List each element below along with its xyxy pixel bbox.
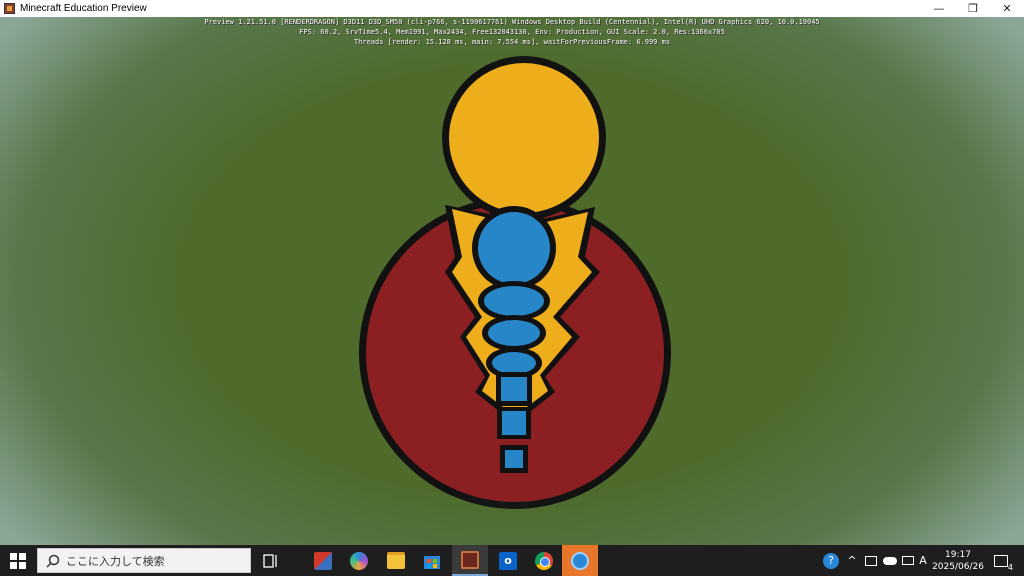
folder-icon xyxy=(387,552,405,569)
window-title: Minecraft Education Preview xyxy=(20,3,147,14)
chrome-icon xyxy=(535,551,553,570)
file-explorer-button[interactable] xyxy=(382,545,410,576)
copilot-button[interactable] xyxy=(345,545,373,576)
taskbar-search[interactable]: ここに入力して検索 xyxy=(37,548,251,573)
debug-line: Threads [render: 15.128 ms, main: 7.554 … xyxy=(353,38,671,46)
debug-line: Preview 1.21.51.0 [RENDERDRAGON] D3D11 D… xyxy=(204,18,820,26)
minecraft-launcher-button[interactable] xyxy=(309,545,337,576)
game-viewport[interactable]: Preview 1.21.51.0 [RENDERDRAGON] D3D11 D… xyxy=(0,17,1024,545)
cloud-icon xyxy=(883,556,897,565)
taskbar: ここに入力して検索 o ? ^ A 19:17 2025/06/26 4 xyxy=(0,545,1024,576)
vignette xyxy=(0,17,1024,545)
taskbar-clock[interactable]: 19:17 2025/06/26 xyxy=(926,549,990,573)
clock-time: 19:17 xyxy=(945,550,971,560)
help-icon: ? xyxy=(823,552,839,569)
monitor-icon xyxy=(865,555,877,566)
minecraft-app-icon xyxy=(4,3,15,14)
browser-icon xyxy=(571,551,589,570)
notification-center-button[interactable]: 4 xyxy=(990,545,1013,576)
network-icon xyxy=(902,556,914,565)
chrome-button[interactable] xyxy=(530,545,558,576)
windows-icon xyxy=(10,552,26,569)
close-button[interactable]: ✕ xyxy=(990,0,1024,17)
clock-date: 2025/06/26 xyxy=(932,562,984,572)
search-placeholder: ここに入力して検索 xyxy=(66,554,165,568)
start-button[interactable] xyxy=(0,545,36,576)
minecraft-launcher-icon xyxy=(314,551,332,570)
notification-icon: 4 xyxy=(994,554,1013,572)
title-bar: Minecraft Education Preview — ❐ ✕ xyxy=(0,0,1024,17)
task-view-icon xyxy=(263,553,277,568)
outlook-button[interactable]: o xyxy=(494,545,522,576)
notification-count: 4 xyxy=(1007,562,1013,572)
microsoft-store-button[interactable] xyxy=(418,545,446,576)
outlook-icon: o xyxy=(499,551,517,570)
minimize-button[interactable]: — xyxy=(922,0,956,17)
copilot-icon xyxy=(350,551,368,570)
restore-button[interactable]: ❐ xyxy=(956,0,990,17)
tray-app-icon[interactable] xyxy=(861,545,881,576)
show-hidden-icons-button[interactable]: ^ xyxy=(843,545,861,576)
minecraft-education-button[interactable] xyxy=(452,545,488,576)
debug-overlay: Preview 1.21.51.0 [RENDERDRAGON] D3D11 D… xyxy=(0,17,1024,47)
store-icon xyxy=(424,555,440,569)
search-icon xyxy=(46,554,60,568)
task-view-button[interactable] xyxy=(257,545,285,576)
help-tray-button[interactable]: ? xyxy=(820,545,842,576)
minecraft-education-icon xyxy=(461,550,479,569)
active-browser-button[interactable] xyxy=(562,545,598,576)
onedrive-tray-button[interactable] xyxy=(880,545,900,576)
debug-line: FPS: 60.2, SrvTime5.4, Mem1991, Max2434,… xyxy=(299,28,725,36)
